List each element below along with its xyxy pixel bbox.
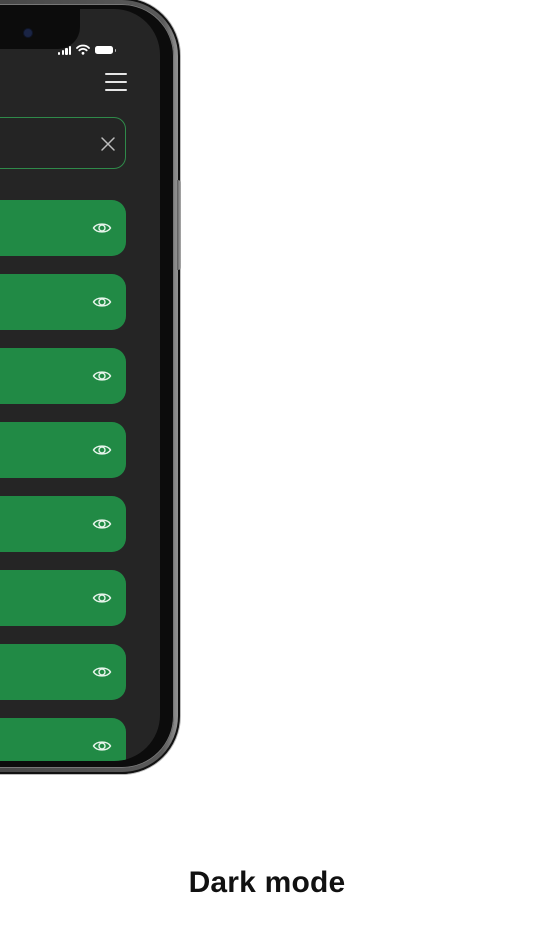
list-item[interactable]	[0, 422, 126, 478]
search-input[interactable]	[0, 128, 85, 160]
battery-icon	[95, 46, 117, 54]
caption-title: Dark mode	[188, 866, 346, 899]
list-item[interactable]	[0, 718, 126, 761]
close-icon[interactable]	[100, 136, 116, 152]
list-item[interactable]	[0, 570, 126, 626]
signal-icon	[58, 45, 72, 55]
search-field[interactable]	[0, 117, 126, 169]
hamburger-menu-icon[interactable]	[105, 73, 129, 91]
eye-icon[interactable]	[92, 588, 112, 608]
canvas: Dark mode	[0, 0, 534, 950]
eye-icon[interactable]	[92, 366, 112, 386]
list-item[interactable]	[0, 496, 126, 552]
list-item[interactable]	[0, 348, 126, 404]
eye-icon[interactable]	[92, 218, 112, 238]
list-item[interactable]	[0, 644, 126, 700]
eye-icon[interactable]	[92, 292, 112, 312]
phone-side-button	[177, 180, 181, 270]
item-list	[0, 200, 126, 761]
list-item[interactable]	[0, 200, 126, 256]
wifi-icon	[76, 44, 91, 55]
status-bar	[58, 41, 117, 55]
eye-icon[interactable]	[92, 662, 112, 682]
list-item[interactable]	[0, 274, 126, 330]
eye-icon[interactable]	[92, 440, 112, 460]
eye-icon[interactable]	[92, 736, 112, 756]
eye-icon[interactable]	[92, 514, 112, 534]
phone-screen	[0, 9, 160, 761]
camera-icon	[24, 29, 32, 37]
